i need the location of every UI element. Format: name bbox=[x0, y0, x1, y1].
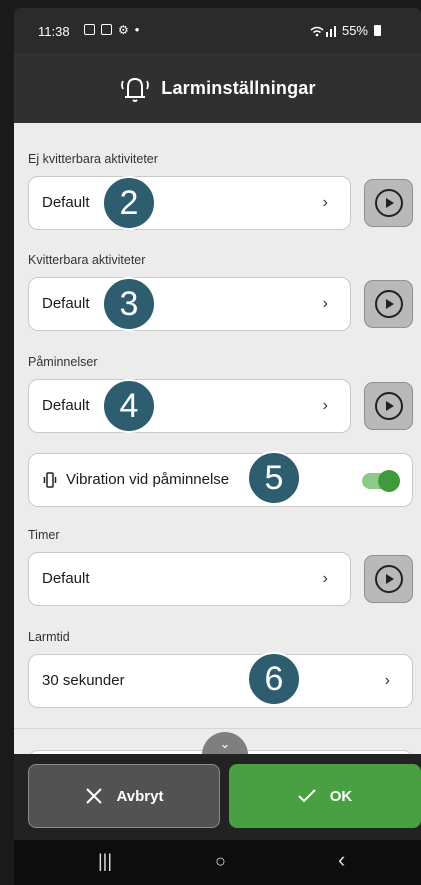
ok-label: OK bbox=[329, 787, 353, 805]
close-icon bbox=[85, 788, 102, 804]
chevron-right-icon: › bbox=[322, 194, 328, 211]
alarm-bell-icon bbox=[121, 78, 150, 102]
play-kvitterbara-button[interactable] bbox=[364, 280, 413, 328]
label-kvitterbara: Kvitterbara aktiviteter bbox=[28, 253, 146, 267]
back-icon[interactable]: ‹ bbox=[338, 847, 345, 873]
timer-value: Default bbox=[42, 570, 90, 587]
switch-knob bbox=[378, 470, 400, 492]
ok-button[interactable]: OK bbox=[229, 764, 421, 828]
chevron-right-icon: › bbox=[384, 672, 390, 689]
message-icon bbox=[101, 24, 112, 35]
battery-icon bbox=[374, 25, 381, 36]
divider bbox=[14, 728, 421, 729]
larmtid-value: 30 sekunder bbox=[42, 672, 125, 689]
wifi-signal-icon bbox=[310, 25, 336, 37]
play-ej-kvitterbara-button[interactable] bbox=[364, 179, 413, 227]
label-larmtid: Larmtid bbox=[28, 630, 70, 644]
page-title: Larminställningar bbox=[161, 77, 316, 98]
app-frame: 11:38 ⚙ • 55% Larminställningar Ej kvitt… bbox=[14, 8, 421, 885]
chevron-right-icon: › bbox=[322, 295, 328, 312]
step-badge-5: 5 bbox=[247, 451, 301, 505]
chevron-right-icon: › bbox=[322, 397, 328, 414]
status-bar: 11:38 ⚙ • 55% bbox=[14, 8, 421, 53]
battery-percent: 55% bbox=[341, 23, 368, 38]
timer-selector[interactable]: Default › bbox=[28, 552, 351, 606]
play-paminnelser-button[interactable] bbox=[364, 382, 413, 430]
step-badge-6: 6 bbox=[247, 652, 301, 706]
app-header: Larminställningar bbox=[14, 53, 421, 123]
system-nav-bar: ||| ○ ‹ bbox=[14, 840, 421, 885]
gear-icon: ⚙ bbox=[118, 22, 129, 37]
play-icon bbox=[374, 392, 403, 420]
play-icon bbox=[374, 290, 403, 318]
check-icon bbox=[298, 789, 316, 803]
status-right: 55% bbox=[310, 23, 381, 38]
status-dot: • bbox=[134, 22, 140, 37]
step-badge-3: 3 bbox=[102, 277, 156, 331]
kvitterbara-selector[interactable]: Default › bbox=[28, 277, 351, 331]
larmtid-selector[interactable]: 30 sekunder › bbox=[28, 654, 413, 708]
label-ej-kvitterbara: Ej kvitterbara aktiviteter bbox=[28, 152, 158, 166]
recents-icon[interactable]: ||| bbox=[98, 851, 112, 872]
paminnelser-value: Default bbox=[42, 397, 90, 414]
play-icon bbox=[374, 189, 403, 217]
play-icon bbox=[374, 565, 403, 593]
play-timer-button[interactable] bbox=[364, 555, 413, 603]
vibration-toggle-row[interactable]: Vibration vid påminnelse bbox=[28, 453, 413, 507]
cancel-button[interactable]: Avbryt bbox=[28, 764, 220, 828]
ej-kvitterbara-selector[interactable]: Default › bbox=[28, 176, 351, 230]
home-icon[interactable]: ○ bbox=[215, 851, 226, 872]
kvitterbara-value: Default bbox=[42, 295, 90, 312]
notification-icons: ⚙ • bbox=[84, 22, 139, 37]
vibration-label: Vibration vid påminnelse bbox=[66, 471, 230, 488]
chevron-right-icon: › bbox=[322, 570, 328, 587]
paminnelser-selector[interactable]: Default › bbox=[28, 379, 351, 433]
cancel-label: Avbryt bbox=[116, 787, 164, 805]
status-time: 11:38 bbox=[38, 24, 70, 39]
label-timer: Timer bbox=[28, 528, 60, 542]
ej-kvitterbara-value: Default bbox=[42, 194, 90, 211]
step-badge-4: 4 bbox=[102, 379, 156, 433]
vibration-switch[interactable] bbox=[362, 470, 400, 492]
image-icon bbox=[84, 24, 95, 35]
vibration-icon bbox=[43, 472, 57, 488]
step-badge-2: 2 bbox=[102, 176, 156, 230]
action-footer: Avbryt OK bbox=[14, 754, 421, 840]
label-paminnelser: Påminnelser bbox=[28, 355, 98, 369]
settings-content: Ej kvitterbara aktiviteter Default › 2 K… bbox=[14, 123, 421, 770]
